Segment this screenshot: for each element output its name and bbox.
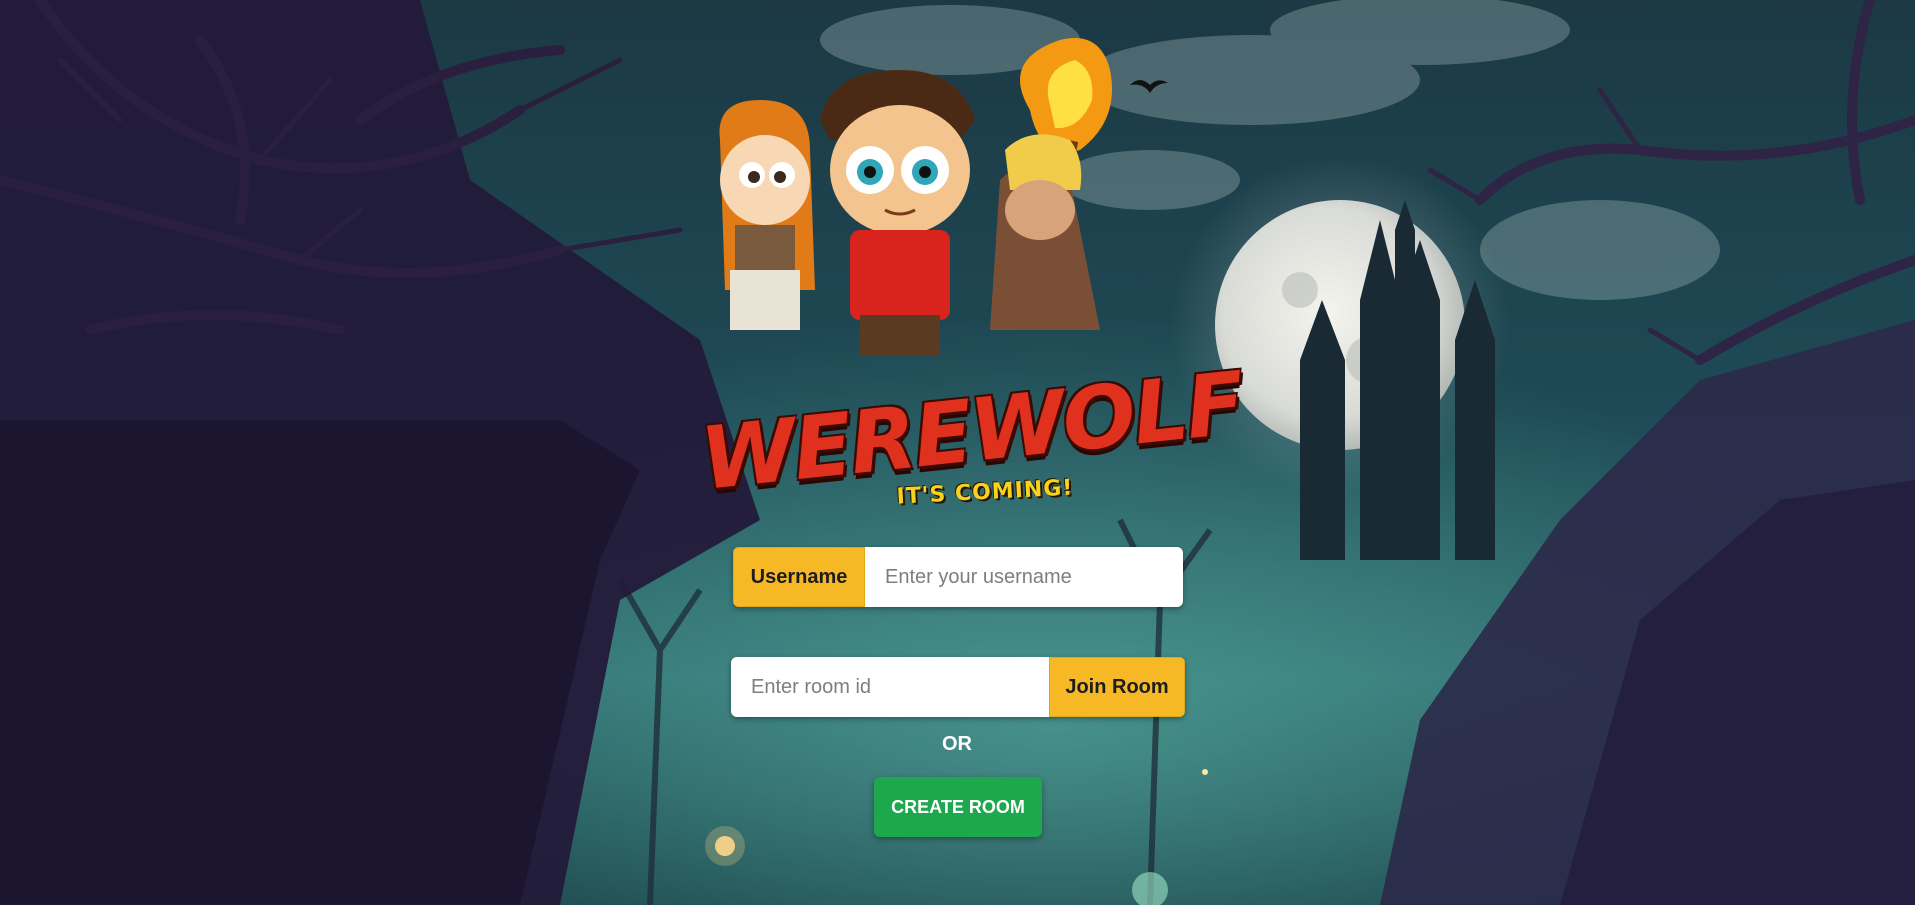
username-input[interactable] (865, 547, 1183, 607)
username-label: Username (733, 547, 865, 607)
room-id-input[interactable] (731, 657, 1049, 717)
or-divider: OR (942, 733, 972, 755)
room-input-group: Join Room (731, 657, 1185, 717)
create-room-button[interactable]: CREATE ROOM (874, 777, 1042, 837)
join-room-button[interactable]: Join Room (1049, 657, 1185, 717)
join-form: Username Join Room OR CREATE ROOM (0, 0, 1915, 905)
username-input-group: Username (733, 547, 1183, 607)
